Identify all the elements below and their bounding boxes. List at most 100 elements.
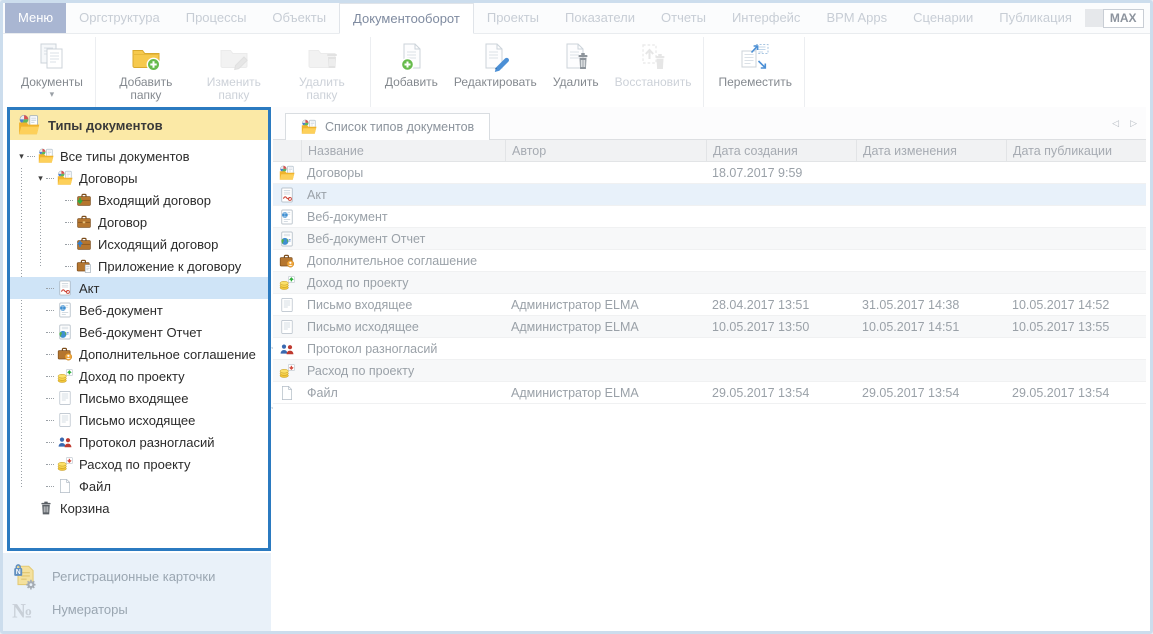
toolbar-button-doc-add[interactable]: Добавить xyxy=(377,37,446,91)
toolbar-button-label: Изменить папку xyxy=(198,76,270,102)
cell-author: Администратор ELMA xyxy=(505,298,706,312)
expander-icon[interactable]: ▾ xyxy=(38,174,43,183)
toolbar-button-label: Восстановить xyxy=(615,76,692,89)
tree-item-agreement[interactable]: Дополнительное соглашение xyxy=(10,343,268,365)
table-row[interactable]: ФайлАдминистратор ELMA29.05.2017 13:5429… xyxy=(273,382,1146,404)
tree-connector xyxy=(46,420,54,421)
tree-item-income[interactable]: Доход по проекту xyxy=(10,365,268,387)
tab-item[interactable]: Оргструктура xyxy=(66,3,173,33)
tab-item[interactable]: BPM Apps xyxy=(813,3,900,33)
tab-item[interactable]: Сценарии xyxy=(900,3,986,33)
tree-item-letter[interactable]: Письмо исходящее xyxy=(10,409,268,431)
income-icon xyxy=(279,275,295,291)
tab-menu[interactable]: Меню xyxy=(5,3,66,33)
table-row[interactable]: Договоры18.07.2017 9:59 xyxy=(273,162,1146,184)
tab-item[interactable]: Процессы xyxy=(173,3,260,33)
tree-connector xyxy=(46,288,54,289)
table-row[interactable]: Дополнительное соглашение xyxy=(273,250,1146,272)
web-doc-report-icon xyxy=(57,324,73,340)
tree-item-contract-in[interactable]: Входящий договор xyxy=(10,189,268,211)
toolbar-button-doc-edit[interactable]: Редактировать xyxy=(446,37,545,91)
toolbar-button-label: Удалить xyxy=(553,76,599,89)
table-header: НазваниеАвторДата созданияДата изменения… xyxy=(273,140,1146,162)
contract-attachment-icon xyxy=(76,258,92,274)
footer-item-numerators[interactable]: №Нумераторы xyxy=(11,593,271,626)
tab-item[interactable]: Объекты xyxy=(259,3,339,33)
folder-types-icon xyxy=(301,119,317,135)
expander-icon[interactable]: ▾ xyxy=(19,152,24,161)
tree-item-folder-types[interactable]: ▾Договоры xyxy=(10,167,268,189)
table-row[interactable]: Письмо входящееАдминистратор ELMA28.04.2… xyxy=(273,294,1146,316)
tree-item-contract-out[interactable]: Исходящий договор xyxy=(10,233,268,255)
tab-item[interactable]: Проекты xyxy=(474,3,552,33)
tree-item-letter[interactable]: Письмо входящее xyxy=(10,387,268,409)
web-doc-icon xyxy=(279,209,295,225)
tree-item-file[interactable]: Файл xyxy=(10,475,268,497)
tab-item[interactable]: Публикация xyxy=(986,3,1085,33)
column-header[interactable]: Автор xyxy=(505,140,706,161)
tree-connector xyxy=(46,398,54,399)
toolbar-button-folder-add[interactable]: Добавить папку xyxy=(102,37,190,104)
doc-tab-label: Список типов документов xyxy=(325,120,474,134)
column-header[interactable]: Дата создания xyxy=(706,140,856,161)
expense-icon xyxy=(279,363,295,379)
table-row[interactable]: Протокол разногласий xyxy=(273,338,1146,360)
top-tab-bar: МенюОргструктураПроцессыОбъектыДокументо… xyxy=(3,3,1150,34)
tree-item-act[interactable]: Акт xyxy=(10,277,268,299)
tab-item[interactable]: Документооборот xyxy=(339,3,474,34)
tree-item-web-doc-report[interactable]: Веб-документ Отчет xyxy=(10,321,268,343)
contract-out-icon xyxy=(76,236,92,252)
arrow-left-icon[interactable]: ◁ xyxy=(1112,118,1119,129)
footer-item-reg-cards[interactable]: NРегистрационные карточки xyxy=(11,560,271,593)
expander-slot: ▾ xyxy=(16,152,27,161)
arrow-right-icon[interactable]: ▷ xyxy=(1130,118,1137,129)
toolbar-button-doc-move[interactable]: Переместить xyxy=(710,37,800,91)
cell-published: 29.05.2017 13:54 xyxy=(1006,386,1146,400)
toolbar-button-label: Добавить папку xyxy=(110,76,182,102)
act-icon xyxy=(57,280,73,296)
toolbar-group: Документы▾ xyxy=(9,37,96,107)
documents-icon xyxy=(36,41,68,73)
toolbar-groups: Документы▾ Добавить папку Изменить папку Уд… xyxy=(9,37,807,107)
toolbar-button-documents[interactable]: Документы▾ xyxy=(13,37,91,101)
column-header[interactable]: Дата изменения xyxy=(856,140,1006,161)
toolbar-button-doc-restore: Восстановить xyxy=(607,37,700,91)
table-row[interactable]: Веб-документ Отчет xyxy=(273,228,1146,250)
table-row[interactable]: Акт xyxy=(273,184,1146,206)
letter-icon xyxy=(279,319,295,335)
toolbar-button-label: Удалить папку xyxy=(286,76,358,102)
tree-item-protocol[interactable]: Протокол разногласий xyxy=(10,431,268,453)
tree-item-label: Доход по проекту xyxy=(79,369,185,384)
tabbar-right: MAX ? xyxy=(1085,3,1153,33)
trash-icon xyxy=(38,500,54,516)
tree-item-expense[interactable]: Расход по проекту xyxy=(10,453,268,475)
table-row[interactable]: Веб-документ xyxy=(273,206,1146,228)
tree-connector xyxy=(46,310,54,311)
tree-item-web-doc[interactable]: Веб-документ xyxy=(10,299,268,321)
table-row[interactable]: Доход по проекту xyxy=(273,272,1146,294)
tree-item-folder-types[interactable]: ▾Все типы документов xyxy=(10,145,268,167)
table-row[interactable]: Расход по проекту xyxy=(273,360,1146,382)
tab-document-types-list[interactable]: Список типов документов xyxy=(285,113,490,140)
column-header[interactable]: Название xyxy=(301,140,505,161)
main-area: Список типов документов ◁ ▷ НазваниеАвто… xyxy=(273,107,1146,629)
tree-item-contract[interactable]: Договор xyxy=(10,211,268,233)
table-row[interactable]: Письмо исходящееАдминистратор ELMA10.05.… xyxy=(273,316,1146,338)
document-types-panel: Типы документов ▾Все типы документов▾Дог… xyxy=(7,107,271,551)
cell-name: Веб-документ xyxy=(301,210,505,224)
doc-add-icon xyxy=(395,41,427,73)
tree-item-trash[interactable]: Корзина xyxy=(10,497,268,519)
toolbar-button-doc-delete[interactable]: Удалить xyxy=(545,37,607,91)
tree-item-label: Расход по проекту xyxy=(79,457,191,472)
tab-list: МенюОргструктураПроцессыОбъектыДокументо… xyxy=(3,3,1085,33)
tree-item-contract-attachment[interactable]: Приложение к договору xyxy=(10,255,268,277)
tab-item[interactable]: Интерфейс xyxy=(719,3,813,33)
tab-item[interactable]: Отчеты xyxy=(648,3,719,33)
footer-item-label: Нумераторы xyxy=(52,602,128,617)
column-header[interactable]: Дата публикации xyxy=(1006,140,1146,161)
toolbar-button-label: Переместить xyxy=(718,76,792,89)
tab-item[interactable]: Показатели xyxy=(552,3,648,33)
ribbon-toolbar: Документы▾ Добавить папку Изменить папку Уд… xyxy=(3,34,1150,107)
folder-types-icon xyxy=(18,114,40,136)
cell-modified: 31.05.2017 14:38 xyxy=(856,298,1006,312)
